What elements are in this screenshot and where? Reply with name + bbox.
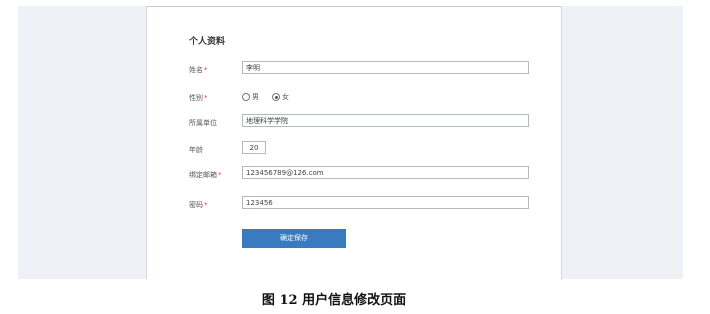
age-field[interactable]: 20 [242,141,266,154]
unit-label: 所属单位 [189,119,217,127]
gender-option-label: 女 [282,93,289,101]
name-label: 姓名* [189,66,208,74]
gender-radio-group: 男 女 [242,92,302,102]
radio-checked-icon[interactable] [272,93,280,101]
password-label: 密码* [189,201,208,209]
figure-caption: 图 12 用户信息修改页面 [261,293,407,308]
gender-option-label: 男 [252,93,259,101]
password-field[interactable]: 123456 [242,196,529,209]
name-field[interactable]: 李明 [242,61,529,74]
gender-option-male[interactable]: 男 [242,92,259,102]
email-label: 绑定邮箱* [189,171,222,179]
profile-form-panel: 个人资料 姓名* 李明 性别* 男 女 所属单位 地理科学学院 年龄 20 绑定… [146,6,562,280]
gender-label: 性别* [189,94,208,102]
required-mark: * [218,171,222,179]
email-field[interactable]: 123456789@126.com [242,166,529,179]
gender-option-female[interactable]: 女 [272,92,289,102]
required-mark: * [204,94,208,102]
age-label: 年龄 [189,146,203,154]
save-button[interactable]: 确定保存 [242,229,346,248]
unit-field[interactable]: 地理科学学院 [242,114,529,127]
form-title: 个人资料 [189,37,226,47]
required-mark: * [204,66,208,74]
radio-unchecked-icon[interactable] [242,93,250,101]
required-mark: * [204,201,208,209]
